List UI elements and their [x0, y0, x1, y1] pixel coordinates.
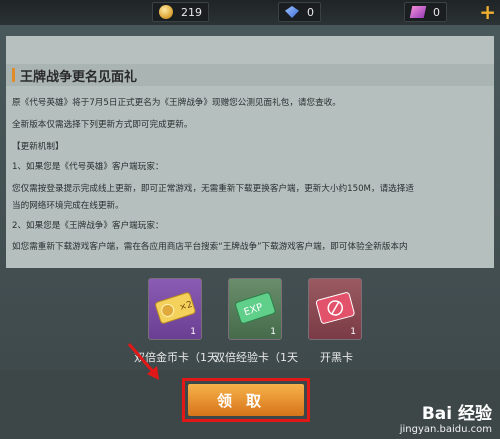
watermark: Bai 经验 jingyan.baidu.com: [400, 399, 492, 435]
reward-label: 双倍经验卡（1天: [214, 351, 298, 364]
reward-label: 开黑卡: [320, 351, 353, 364]
claim-highlight: 领取: [182, 378, 310, 422]
notice-line: 2、如果您是《王牌战争》客户端玩家：: [12, 221, 164, 231]
gem-value: 0: [307, 5, 314, 19]
notice-title-bar: 王牌战争更名见面礼: [6, 64, 494, 86]
notice-line: 如您需重新下载游戏客户端，需在各应用商店平台搜索“王牌战争”下载游戏客户端，即可…: [12, 242, 408, 252]
notice-line: 全新版本仅需选择下列更新方式即可完成更新。: [12, 120, 193, 130]
resource-bar: 219 0 0 +: [0, 0, 500, 25]
coin-icon: [159, 5, 173, 19]
notice-content: 原《代号英雄》将于7月5日正式更名为《王牌战争》现赠您公测见面礼包，请您查收。 …: [6, 86, 494, 268]
coin-counter: 219: [152, 2, 209, 22]
reward-count: 1: [190, 327, 196, 337]
reward-item[interactable]: EXP 1: [228, 278, 282, 340]
notice-line: 您仅需按登录提示完成线上更新，即可正常游戏，无需重新下载更换客户端，更新大小约1…: [12, 184, 414, 194]
coin-value: 219: [181, 5, 202, 19]
card-counter: 0: [404, 2, 447, 22]
watermark-url: jingyan.baidu.com: [399, 424, 492, 435]
panel-header-strip: [6, 36, 494, 64]
reward-item[interactable]: 1: [308, 278, 362, 340]
gem-counter: 0: [278, 2, 321, 22]
notice-line: 【更新机制】: [12, 142, 64, 152]
arrow-annotation-icon: [127, 343, 159, 380]
card-icon: [409, 6, 427, 18]
notice-line: 原《代号英雄》将于7月5日正式更名为《王牌战争》现赠您公测见面礼包，请您查收。: [12, 98, 341, 108]
card-value: 0: [433, 5, 440, 19]
gem-icon: [285, 6, 299, 18]
claim-button[interactable]: 领取: [188, 384, 304, 416]
reward-count: 1: [350, 327, 356, 337]
notice-line: 当的网络环境完成在线更新。: [12, 201, 124, 211]
reward-item[interactable]: ×2 1: [148, 278, 202, 340]
watermark-logo: Bai 经验: [421, 404, 492, 424]
title-accent: [12, 68, 15, 82]
notice-line: 1、如果您是《代号英雄》客户端玩家：: [12, 162, 164, 172]
notice-title: 王牌战争更名见面礼: [20, 70, 138, 85]
reward-count: 1: [270, 327, 276, 337]
reward-list: ×2 1 EXP 1 1 双倍金币卡（1天 双倍经验卡（1天 开黑卡: [0, 268, 500, 378]
plus-icon[interactable]: +: [479, 2, 496, 22]
